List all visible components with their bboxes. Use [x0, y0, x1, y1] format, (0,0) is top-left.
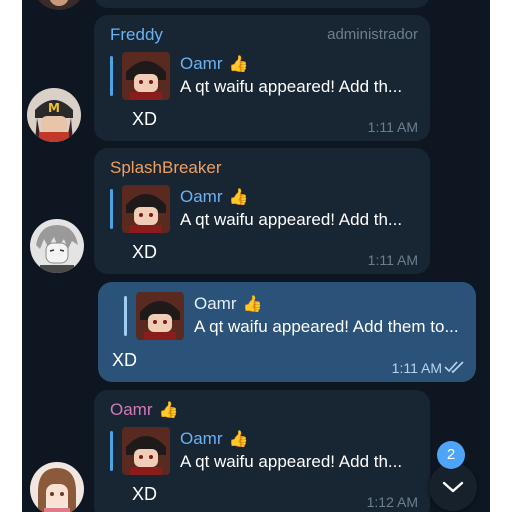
avatar-partial[interactable] [32, 0, 86, 10]
chat-area[interactable]: M Freddy administrador Oamr 👍 A qt waifu … [22, 0, 490, 512]
unread-count-badge[interactable]: 2 [437, 441, 465, 469]
message-text: XD [132, 242, 158, 262]
thumbs-up-icon: 👍 [228, 56, 249, 73]
sender-name[interactable]: Oamr 👍 [110, 400, 178, 420]
reply-bar [110, 56, 113, 96]
avatar-oamr[interactable] [30, 462, 84, 512]
svg-text:M: M [48, 101, 60, 115]
chevron-down-icon [441, 477, 465, 502]
avatar-freddy[interactable]: M [27, 88, 81, 142]
thumbs-up-icon: 👍 [242, 296, 263, 313]
reply-text: A qt waifu appeared! Add th... [180, 77, 403, 96]
reply-sender-name: Oamr 👍 [194, 294, 263, 313]
reply-thumbnail [122, 52, 170, 100]
message-text: XD [112, 350, 138, 370]
reply-sender-name: Oamr 👍 [180, 429, 249, 448]
message-time: 1:11 AM [391, 360, 442, 376]
message-text: XD [132, 484, 158, 504]
reply-preview[interactable]: Oamr 👍 A qt waifu appeared! Add th... [110, 185, 420, 233]
reply-text: A qt waifu appeared! Add th... [180, 210, 403, 229]
reply-thumbnail [136, 292, 184, 340]
message-bubble-outgoing[interactable]: Oamr 👍 A qt waifu appeared! Add them to..… [98, 282, 476, 382]
message-bubble[interactable]: SplashBreaker Oamr 👍 A qt waifu appeared!… [94, 148, 430, 274]
reply-preview[interactable]: Oamr 👍 A qt waifu appeared! Add them to..… [124, 292, 469, 340]
message-bubble[interactable]: Oamr 👍 Oamr 👍 A qt waifu appeared! Add th.… [94, 390, 430, 512]
reply-text: A qt waifu appeared! Add th... [180, 452, 403, 471]
message-time: 1:12 AM [366, 494, 418, 510]
avatar-splashbreaker[interactable] [30, 219, 84, 273]
sender-role: administrador [327, 26, 418, 43]
message-time: 1:11 AM [367, 119, 418, 135]
thumbs-up-icon: 👍 [228, 431, 249, 448]
reply-thumbnail [122, 427, 170, 475]
reply-sender-name: Oamr 👍 [180, 187, 249, 206]
message-text: XD [132, 109, 158, 129]
reply-preview[interactable]: Oamr 👍 A qt waifu appeared! Add th... [110, 427, 420, 475]
reply-sender-name: Oamr 👍 [180, 54, 249, 73]
message-bubble[interactable]: Freddy administrador Oamr 👍 A qt waifu ap… [94, 15, 430, 141]
reply-text: A qt waifu appeared! Add them to... [194, 317, 459, 336]
thumbs-up-icon: 👍 [158, 402, 179, 419]
reply-bar [110, 189, 113, 229]
sender-name[interactable]: Freddy [110, 25, 163, 45]
message-time: 1:11 AM [367, 252, 418, 268]
sender-name[interactable]: SplashBreaker [110, 158, 222, 178]
reply-bar [110, 431, 113, 471]
reply-preview[interactable]: Oamr 👍 A qt waifu appeared! Add th... [110, 52, 420, 100]
thumbs-up-icon: 👍 [228, 189, 249, 206]
scroll-down-button[interactable] [429, 463, 477, 511]
message-bubble-partial[interactable] [94, 0, 430, 8]
reply-thumbnail [122, 185, 170, 233]
reply-bar [124, 296, 127, 336]
double-check-icon [444, 360, 466, 379]
